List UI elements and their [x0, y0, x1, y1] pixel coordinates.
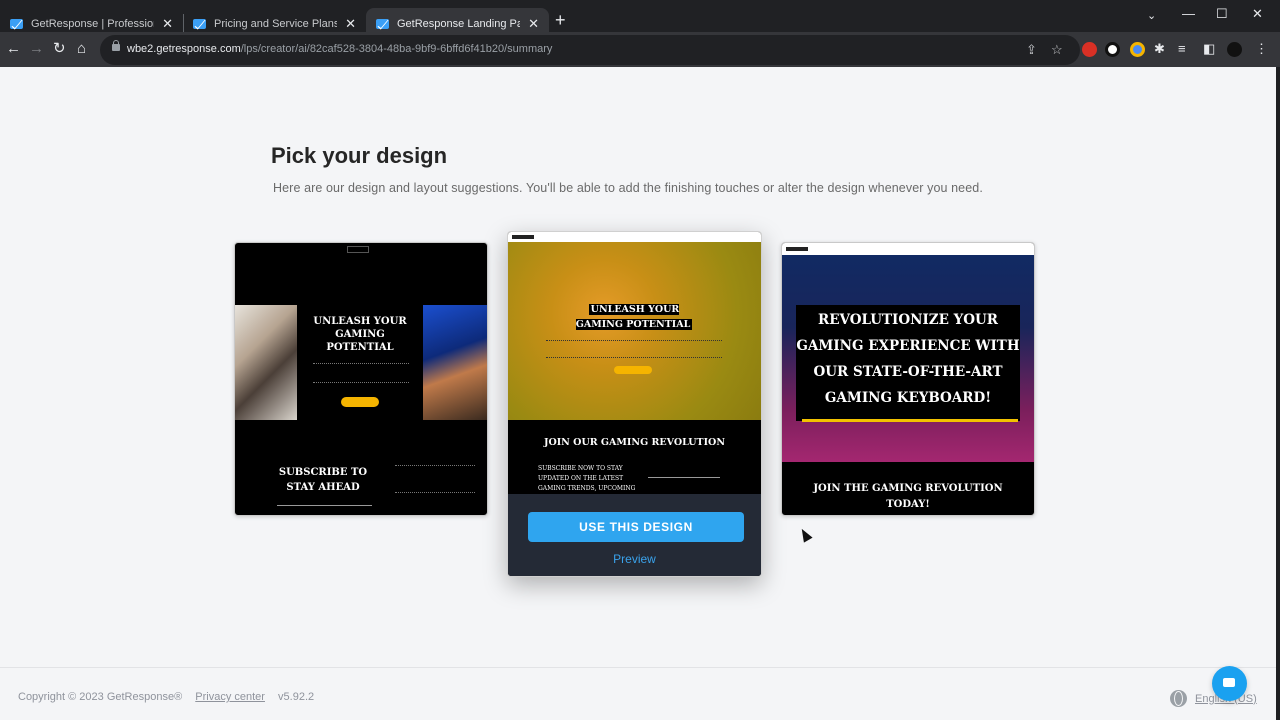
tab-title: GetResponse Landing Pages	[397, 18, 521, 30]
footer: Copyright © 2023 GetResponse® Privacy ce…	[18, 691, 314, 703]
accent-underline	[802, 419, 1018, 422]
hero-image: UNLEASH YOUR GAMING POTENTIAL	[508, 242, 761, 420]
tab-title: GetResponse | Professional Email	[31, 18, 154, 30]
privacy-center-link[interactable]: Privacy center	[195, 691, 265, 703]
extension-ublock-icon[interactable]	[1105, 42, 1120, 57]
chat-bubble-icon[interactable]	[1212, 666, 1247, 701]
profile-icon[interactable]	[1227, 42, 1242, 57]
tab-search-icon[interactable]: ⌄	[1147, 9, 1156, 22]
window-edge	[1276, 67, 1280, 720]
design-card-3[interactable]: REVOLUTIONIZE YOUR GAMING EXPERIENCE WIT…	[781, 242, 1035, 516]
reload-icon[interactable]: ↻	[53, 40, 66, 58]
logo-placeholder	[512, 235, 534, 239]
preview-header	[782, 243, 1034, 255]
globe-icon	[1170, 690, 1187, 707]
minimize-icon[interactable]: —	[1182, 6, 1195, 21]
new-tab-icon[interactable]: +	[555, 10, 566, 31]
form-field-preview	[277, 505, 372, 513]
form-field-preview	[648, 477, 720, 485]
section-subtext: SUBSCRIBE NOW TO STAY UPDATED ON THE LAT…	[538, 465, 636, 492]
version-text: v5.92.2	[278, 691, 315, 703]
close-window-icon[interactable]: ✕	[1252, 6, 1263, 22]
getresponse-favicon-icon	[193, 19, 206, 29]
preview-header	[508, 232, 761, 242]
design-card-2[interactable]: UNLEASH YOUR GAMING POTENTIAL JOIN OUR G…	[507, 231, 762, 577]
close-tab-icon[interactable]: ✕	[345, 16, 356, 32]
extension-red-icon[interactable]	[1082, 42, 1097, 57]
tab-title: Pricing and Service Plans | GetResponse	[214, 18, 338, 30]
design-headline: UNLEASH YOUR GAMING POTENTIAL	[575, 304, 693, 330]
design-headline: REVOLUTIONIZE YOUR GAMING EXPERIENCE WIT…	[796, 305, 1020, 421]
extension-chrome-icon[interactable]	[1130, 42, 1145, 57]
copyright-text: Copyright © 2023 GetResponse®	[18, 691, 183, 703]
close-tab-icon[interactable]: ✕	[528, 16, 539, 32]
back-icon[interactable]: ←	[6, 40, 21, 58]
body-text-lines	[546, 340, 722, 358]
section-heading: JOIN OUR GAMING REVOLUTION	[543, 437, 726, 448]
section-heading: JOIN THE GAMING REVOLUTION TODAY!	[813, 483, 1003, 510]
section-heading: SUBSCRIBE TO STAY AHEAD	[278, 467, 368, 493]
gamer-photo-right	[423, 305, 487, 420]
mouse-cursor-icon	[797, 526, 813, 543]
getresponse-favicon-icon	[10, 19, 23, 29]
menu-icon[interactable]: ⋮	[1255, 41, 1268, 57]
sidebar-icon[interactable]: ◧	[1203, 41, 1215, 57]
star-icon[interactable]: ☆	[1051, 42, 1063, 58]
gamer-photo-left	[235, 305, 297, 420]
footer-divider	[0, 667, 1276, 668]
home-icon[interactable]: ⌂	[77, 40, 86, 58]
page-title: Pick your design	[271, 143, 448, 168]
browser-toolbar: ← → ↻ ⌂ wbe2.getresponse.com/lps/creator…	[0, 32, 1280, 67]
body-text-lines	[313, 363, 409, 383]
maximize-icon[interactable]: ☐	[1216, 6, 1228, 22]
lock-icon	[112, 40, 120, 51]
getresponse-favicon-icon	[376, 19, 389, 29]
logo-placeholder	[347, 246, 369, 253]
design-headline: UNLEASH YOUR GAMING POTENTIAL	[313, 316, 407, 353]
extensions-icon[interactable]: ✱	[1154, 41, 1165, 57]
forward-icon[interactable]: →	[29, 40, 44, 58]
reading-list-icon[interactable]: ≡	[1178, 41, 1186, 56]
logo-placeholder	[786, 247, 808, 251]
cta-button-preview	[341, 397, 379, 407]
cta-button-preview	[614, 366, 652, 374]
preview-link[interactable]: Preview	[508, 552, 761, 566]
url-text: wbe2.getresponse.com/lps/creator/ai/82ca…	[127, 43, 553, 55]
address-bar[interactable]: wbe2.getresponse.com/lps/creator/ai/82ca…	[100, 35, 1080, 65]
page-subtitle: Here are our design and layout suggestio…	[273, 181, 983, 195]
use-this-design-button[interactable]: USE THIS DESIGN	[528, 512, 744, 542]
body-text-lines	[395, 465, 475, 493]
share-icon[interactable]: ⇪	[1026, 42, 1037, 58]
design-actions-overlay: USE THIS DESIGN Preview	[508, 494, 761, 576]
design-card-1[interactable]: UNLEASH YOUR GAMING POTENTIAL SUBSCRIBE …	[234, 242, 488, 516]
close-tab-icon[interactable]: ✕	[162, 16, 173, 32]
